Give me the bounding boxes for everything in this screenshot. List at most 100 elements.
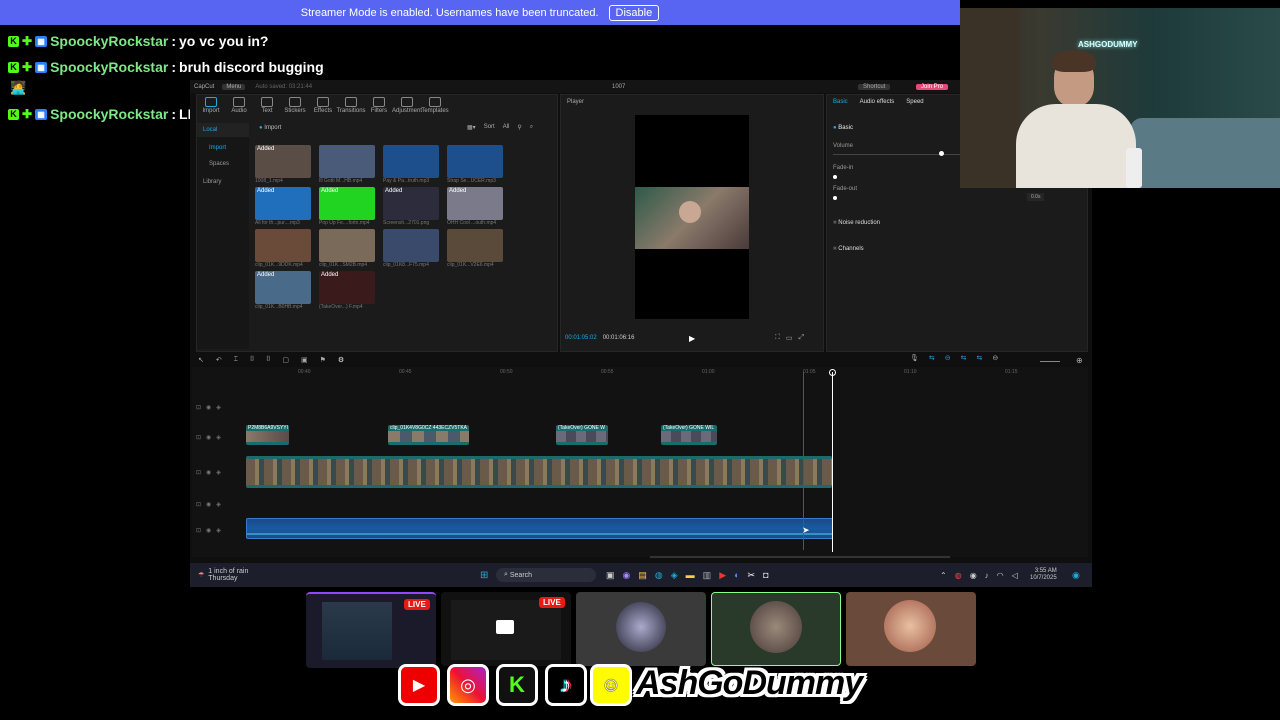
visibility-icon[interactable]: ◉ (206, 404, 211, 411)
select-tool-icon[interactable]: ↖ (198, 356, 204, 364)
menu-button[interactable]: Menu (222, 83, 246, 90)
magnet-icon[interactable]: ⊝ (945, 354, 951, 362)
tab-basic[interactable]: Basic (833, 99, 848, 105)
chat-app-icon[interactable]: ◉ (623, 570, 631, 581)
file-explorer-icon[interactable]: ▤ (638, 570, 647, 581)
visibility-icon[interactable]: ◉ (206, 501, 211, 508)
toolbar-filters[interactable]: Filters (365, 97, 393, 114)
media-item[interactable]: Added clip_01K...B0HB.mp4 (255, 271, 319, 310)
youtube-app-icon[interactable]: ▶ (719, 570, 726, 581)
playhead-handle[interactable] (829, 369, 836, 376)
capcut-app-icon[interactable]: ✂ (748, 570, 756, 581)
stream-thumbnail[interactable] (576, 592, 706, 666)
media-item[interactable]: Added All for th...pur....mp3 (255, 187, 319, 226)
youtube-icon[interactable]: ▶ (398, 664, 440, 706)
media-item[interactable]: clip_01K...SM2B.mp4 (319, 229, 383, 268)
instagram-icon[interactable]: ◎ (447, 664, 489, 706)
volume-icon[interactable]: ◁ (1012, 571, 1018, 580)
snapchat-icon[interactable]: ☺ (590, 664, 632, 706)
mute-icon[interactable]: ◈ (216, 527, 221, 534)
wifi-icon[interactable]: ◠ (997, 571, 1004, 580)
tab-speed[interactable]: Speed (906, 99, 923, 105)
video-clip[interactable]: (TakeOver) GONE WIL (661, 425, 717, 445)
audio-track-clip[interactable] (246, 518, 833, 539)
fade-out-value[interactable]: 0.0s (1027, 193, 1045, 201)
lock-icon[interactable]: ⊡ (196, 527, 201, 534)
sort-button[interactable]: Sort (484, 124, 495, 131)
media-item[interactable]: Added Screensh...2701.png (383, 187, 447, 226)
zoom-fit-icon[interactable]: ⊕ (1076, 356, 1083, 365)
sidebar-item-spaces[interactable]: Spaces (197, 155, 249, 173)
import-label[interactable]: ● Import (259, 125, 281, 131)
stream-thumbnail[interactable] (846, 592, 976, 666)
ratio-icon[interactable]: ▭ (786, 334, 793, 342)
store-icon[interactable]: ◈ (671, 570, 678, 581)
visibility-icon[interactable]: ◉ (206, 527, 211, 534)
zoom-slider[interactable] (1040, 361, 1060, 362)
tray-app-icon[interactable]: ◉ (970, 571, 977, 580)
media-item[interactable]: clip_01K...9DDK.mp4 (255, 229, 319, 268)
tray-chevron-icon[interactable]: ⌃ (940, 571, 947, 580)
mute-icon[interactable]: ◈ (216, 469, 221, 476)
filter-icon[interactable]: ⚲ (517, 124, 521, 131)
video-clip[interactable]: (TakeOver) GONE W (556, 425, 608, 445)
sidebar-item-library[interactable]: Library (197, 173, 249, 191)
notification-icon[interactable]: ◉ (1072, 570, 1080, 581)
mic-icon[interactable]: 🎙 (910, 354, 919, 362)
stream-thumbnail[interactable]: LIVE (441, 592, 571, 666)
media-item[interactable]: Strap Se...UCER.mp3 (447, 145, 511, 184)
mute-icon[interactable]: ◈ (216, 404, 221, 411)
toolbar-effects[interactable]: Effects (309, 97, 337, 114)
lock-icon[interactable]: ⊡ (196, 501, 201, 508)
media-item[interactable]: Added 1008_1.mp4 (255, 145, 319, 184)
toolbar-import[interactable]: Import (197, 97, 225, 114)
channels[interactable]: ■ Channels (833, 246, 864, 252)
delete-icon[interactable]: ▢ (282, 356, 289, 364)
tray-app-icon[interactable]: ◍ (955, 571, 962, 580)
stream-thumbnail[interactable]: LIVE (306, 592, 436, 668)
marker-icon[interactable]: ⚑ (320, 356, 326, 364)
media-item[interactable]: Pay & Pa...truth.mp3 (383, 145, 447, 184)
volume-slider-handle[interactable] (939, 151, 944, 156)
toolbar-text[interactable]: Text (253, 97, 281, 114)
media-item[interactable]: Ill Gotti M...HB.mp4 (319, 145, 383, 184)
split-right-icon[interactable]: ⌷ (266, 356, 270, 364)
start-icon[interactable]: ⊞ (480, 570, 488, 581)
media-item[interactable]: Added Pop Up Fe....fortn.mp4 (319, 187, 383, 226)
fullscreen-crop-icon[interactable]: ⛶ (775, 334, 780, 342)
media-item[interactable]: clip_01K...V2E6.mp4 (447, 229, 511, 268)
zoom-out-icon[interactable]: ⊖ (992, 354, 998, 362)
media-item[interactable]: Added OHH Cool ...outh.mp4 (447, 187, 511, 226)
sidebar-item-local[interactable]: Local (197, 123, 249, 137)
all-button[interactable]: All (503, 124, 510, 131)
grid-view-icon[interactable]: ▦▾ (467, 124, 476, 131)
link-icon[interactable]: ⇆ (929, 354, 935, 362)
tiktok-icon[interactable]: ♪ (545, 664, 587, 706)
snap-icon[interactable]: ⇆ (961, 354, 967, 362)
clock[interactable]: 3:55 AM 10/7/2025 (1030, 568, 1057, 582)
tab-audio-effects[interactable]: Audio effects (860, 99, 895, 105)
media-item[interactable]: Added (TakeOver...) F.mp4 (319, 271, 383, 310)
taskbar-search[interactable]: ⌕ Search (496, 568, 596, 582)
join-pro-button[interactable]: Join Pro (916, 83, 949, 90)
expand-icon[interactable]: ⤢ (799, 334, 805, 342)
folder-icon[interactable]: ▬ (686, 570, 695, 581)
noise-reduction[interactable]: ■ Noise reduction (833, 220, 880, 226)
split-icon[interactable]: ⌶ (234, 356, 238, 364)
preview-axis-icon[interactable]: ⇆ (977, 354, 983, 362)
visibility-icon[interactable]: ◉ (206, 469, 211, 476)
toolbar-templates[interactable]: Templates (421, 97, 449, 114)
app-icon[interactable]: ▥ (703, 570, 712, 581)
media-item[interactable]: clip_01K8...F75.mp4 (383, 229, 447, 268)
fade-in-handle[interactable] (833, 175, 837, 179)
lock-icon[interactable]: ⊡ (196, 469, 201, 476)
obs-icon[interactable]: ◘ (763, 570, 768, 581)
split-left-icon[interactable]: ⌷ (250, 356, 254, 364)
toolbar-stickers[interactable]: Stickers (281, 97, 309, 114)
disable-button[interactable]: Disable (608, 4, 660, 21)
mic-icon[interactable]: ♪ (985, 571, 989, 580)
mute-icon[interactable]: ◈ (216, 434, 221, 441)
toggle-icon[interactable]: ● (833, 125, 837, 131)
timeline-scrollbar[interactable] (650, 556, 950, 558)
undo-icon[interactable]: ↶ (216, 356, 222, 364)
